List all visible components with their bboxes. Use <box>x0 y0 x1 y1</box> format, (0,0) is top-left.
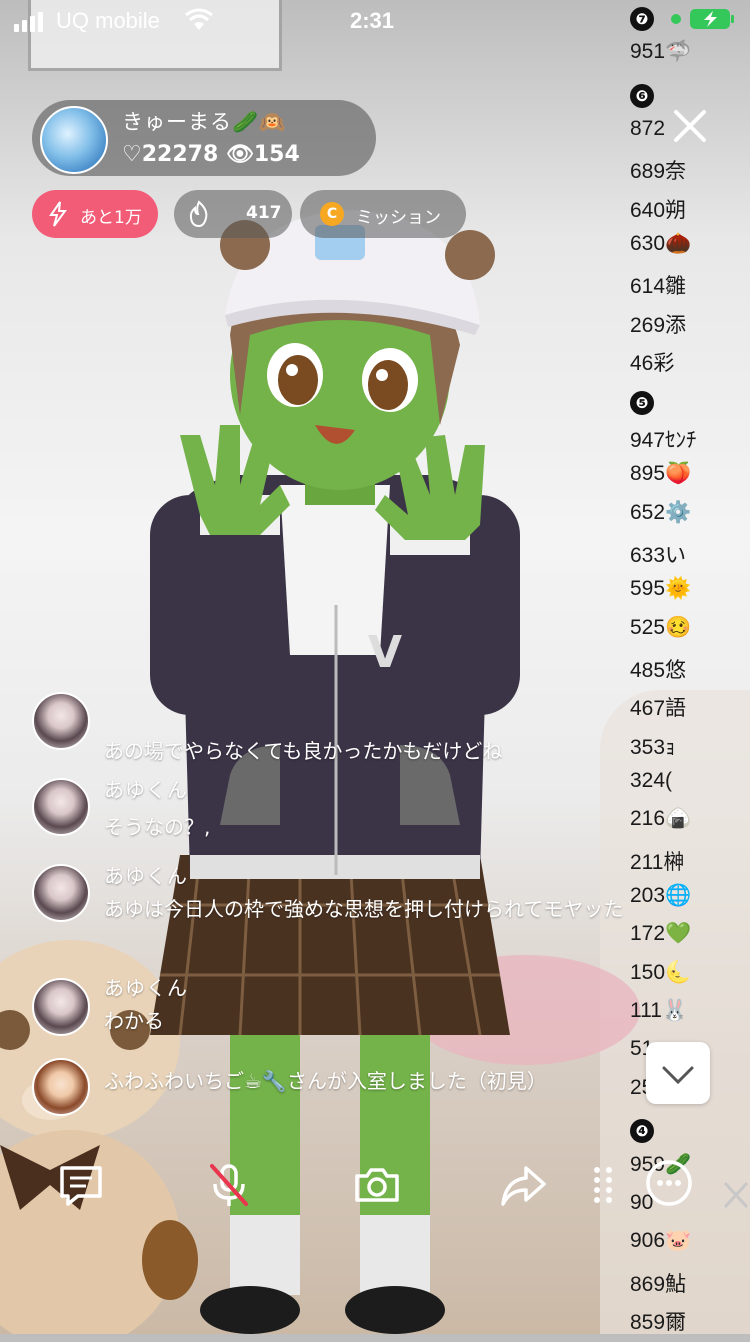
camera-icon[interactable] <box>352 1160 402 1210</box>
close-icon[interactable] <box>672 108 708 144</box>
streamer-avatar[interactable] <box>40 106 108 174</box>
ranking-entry[interactable]: 211榊 <box>630 846 684 882</box>
comment-item: あゆくん そうなの？, <box>32 772 632 852</box>
ranking-entry[interactable]: 46彩 <box>630 347 674 383</box>
carrier-name: UQ mobile <box>56 8 160 33</box>
ranking-entry[interactable]: 652⚙️ <box>630 501 691 537</box>
streamer-stats: ♡22278 👁154 <box>122 142 300 167</box>
cellular-signal-icon <box>14 12 43 32</box>
comment-item: あゆくん わかる <box>32 972 632 1052</box>
lightning-icon <box>49 201 67 227</box>
commenter-name[interactable]: あゆくん <box>104 860 188 889</box>
ranking-tier-badge: ❼ <box>630 7 654 31</box>
ranking-entry[interactable]: 859爾 <box>630 1306 686 1342</box>
ranking-entry[interactable]: 150🌜 <box>630 961 691 997</box>
ranking-entry[interactable]: 640朔 <box>630 194 686 230</box>
commenter-avatar[interactable] <box>32 1058 90 1116</box>
comment-text: わかる <box>104 1009 164 1033</box>
commenter-name[interactable]: あゆくん <box>104 972 188 1001</box>
fire-count: 417 <box>246 203 282 223</box>
share-icon[interactable] <box>498 1160 548 1210</box>
commenter-avatar[interactable] <box>32 864 90 922</box>
ranking-entry[interactable]: 324( <box>630 769 672 805</box>
drag-handle-icon[interactable] <box>588 1160 618 1210</box>
ranking-entry[interactable]: 951🦈 <box>630 40 691 76</box>
scroll-to-latest-button[interactable] <box>646 1042 710 1104</box>
ranking-entry[interactable]: 269添 <box>630 309 686 345</box>
commenter-name[interactable]: あゆくん <box>104 774 188 803</box>
ranking-entry[interactable]: 689奈 <box>630 155 686 191</box>
comment-icon[interactable] <box>56 1160 106 1210</box>
coin-icon: C <box>320 202 344 226</box>
status-time: 2:31 <box>350 8 395 33</box>
commenter-avatar[interactable] <box>32 692 90 750</box>
ranking-entry[interactable]: 872 <box>630 117 665 153</box>
ranking-entry[interactable]: 630🌰 <box>630 232 691 268</box>
more-icon[interactable] <box>644 1158 694 1208</box>
wifi-icon <box>185 8 213 30</box>
close-icon[interactable] <box>722 1180 750 1210</box>
ranking-entry[interactable]: 947ｾﾝﾁ <box>630 424 697 460</box>
mic-off-icon[interactable] <box>204 1160 254 1210</box>
ranking-entry[interactable]: 595🌞 <box>630 577 691 613</box>
ranking-entry[interactable]: 895🍑 <box>630 462 691 498</box>
ranking-entry[interactable]: 525🥴 <box>630 616 691 652</box>
comment-item: あの場でやらなくても良かったかもだけどね <box>32 692 632 763</box>
ranking-tier-badge: ❹ <box>630 1119 654 1144</box>
mission-label: ミッション <box>356 208 441 228</box>
fire-count-badge[interactable]: 417 <box>174 190 292 238</box>
commenter-avatar[interactable] <box>32 978 90 1036</box>
comment-text: そうなの？, <box>104 815 211 839</box>
goal-label: あと1万 <box>80 208 142 228</box>
ranking-tier-badge: ❺ <box>630 390 654 415</box>
status-bar: UQ mobile 2:31 <box>0 0 620 42</box>
ranking-tier-badge: ❻ <box>630 83 654 108</box>
streamer-name: きゅーまる🥒🙉 <box>122 110 287 134</box>
ranking-entry[interactable]: 172💚 <box>630 922 691 958</box>
recording-dot-icon <box>671 14 681 24</box>
flame-icon <box>189 200 208 228</box>
comment-text: あの場でやらなくても良かったかもだけどね <box>104 739 503 763</box>
streamer-profile-pill[interactable]: きゅーまる🥒🙉 ♡22278 👁154 <box>32 100 376 176</box>
ranking-entry[interactable]: 614雛 <box>630 270 686 306</box>
ranking-entry[interactable]: 633い <box>630 539 686 575</box>
join-notice-text: ふわふわいちご☕🔧さんが入室しました（初見） <box>104 1069 547 1093</box>
chevron-down-icon <box>662 1066 694 1085</box>
ranking-entry[interactable]: 869鮎 <box>630 1268 686 1304</box>
ranking-entry[interactable]: 906🐷 <box>630 1229 691 1265</box>
svg-text:V: V <box>368 627 402 678</box>
ranking-entry[interactable]: 485悠 <box>630 654 686 690</box>
goal-badge[interactable]: あと1万 <box>32 190 158 238</box>
join-notice: ふわふわいちご☕🔧さんが入室しました（初見） <box>32 1058 632 1118</box>
commenter-avatar[interactable] <box>32 778 90 836</box>
mission-button[interactable]: C ミッション <box>300 190 466 238</box>
comment-item: あゆくん あゆは今日人の枠で強めな思想を押し付けられてモヤッた <box>32 858 632 968</box>
comment-text: あゆは今日人の枠で強めな思想を押し付けられてモヤッた <box>104 897 624 921</box>
battery-indicator <box>668 6 738 36</box>
ranking-entry[interactable]: 467語 <box>630 692 686 728</box>
